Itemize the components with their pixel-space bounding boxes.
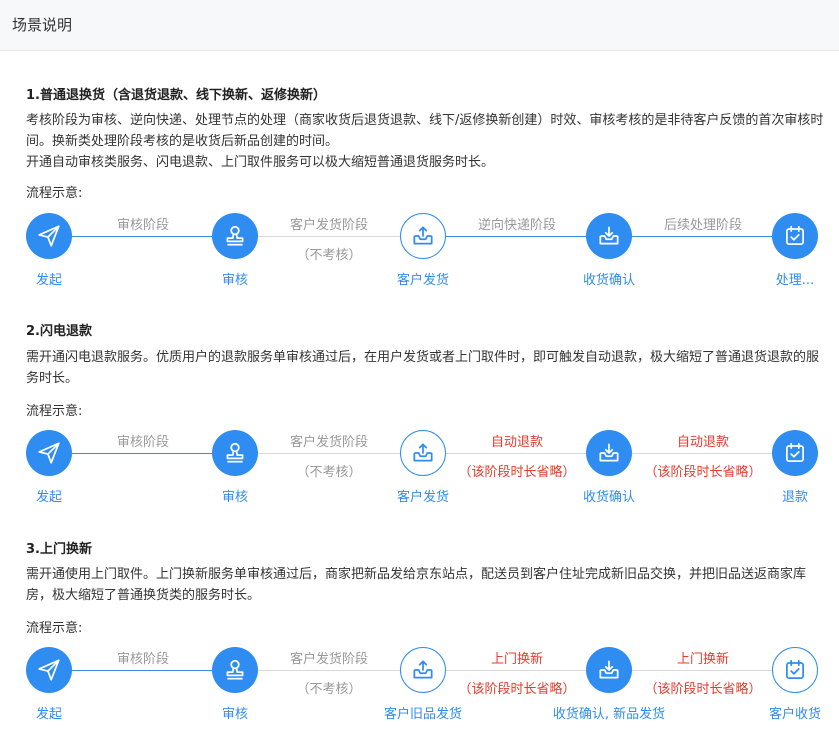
node-label: 处理... [775, 273, 815, 288]
flow-connector [72, 670, 214, 671]
stage-label: 上门换新 [676, 652, 729, 667]
node-label: 审核 [221, 707, 248, 722]
node-label: 发起 [35, 707, 62, 722]
section-3-flow: 审核阶段 客户发货阶段 （不考核） 上门换新 （该阶段时长省略） 上门换新 （该… [0, 646, 839, 726]
flow-connector [72, 453, 214, 454]
flow-connector [632, 236, 774, 237]
flow-connector [446, 453, 588, 454]
flow-connector [632, 670, 774, 671]
section-2-title: 2.闪电退款 [26, 324, 92, 339]
section-2-flow-label: 流程示意: [26, 404, 83, 419]
stage-label: 逆向快递阶段 [477, 218, 556, 233]
stage-note: （该阶段时长省略） [458, 682, 576, 697]
stage-note: （该阶段时长省略） [458, 465, 576, 480]
stage-note: （该阶段时长省略） [644, 465, 762, 480]
stage-label: 自动退款 [676, 435, 729, 450]
node-label: 发起 [35, 273, 62, 288]
section-3-desc-line: 需开通使用上门取件。上门换新服务单审核通过后，商家把新品发给京东站点，配送员到客… [26, 567, 807, 603]
section-1-desc-line: 考核阶段为审核、逆向快递、处理节点的处理（商家收货后退货退款、线下/返修换新创建… [26, 113, 824, 149]
stage-label: 后续处理阶段 [663, 218, 742, 233]
stage-label: 审核阶段 [116, 218, 169, 233]
stage-label: 审核阶段 [116, 435, 169, 450]
node-label: 收货确认 [582, 273, 635, 288]
section-1-title: 1.普通退换货（含退货退款、线下换新、返修换新） [26, 88, 326, 103]
node-label: 审核 [221, 273, 248, 288]
flow-connector [258, 236, 400, 237]
node-label: 客户发货 [396, 490, 449, 505]
section-3-flow-label: 流程示意: [26, 621, 83, 636]
section-2-description: 需开通闪电退款服务。优质用户的退款服务单审核通过后，在用户发货或者上门取件时，即… [26, 347, 826, 389]
node-label: 发起 [35, 490, 62, 505]
stage-label: 审核阶段 [116, 652, 169, 667]
page-title: 场景说明 [12, 16, 73, 34]
section-1-desc-line: 开通自动审核类服务、闪电退款、上门取件服务可以极大缩短普通退货服务时长。 [26, 155, 495, 170]
node-label: 收货确认, 新品发货 [552, 707, 666, 722]
stage-label: 上门换新 [490, 652, 543, 667]
node-label: 客户收货 [768, 707, 821, 722]
section-1-description: 考核阶段为审核、逆向快递、处理节点的处理（商家收货后退货退款、线下/返修换新创建… [26, 110, 826, 173]
node-label: 收货确认 [582, 490, 635, 505]
node-label: 审核 [221, 490, 248, 505]
section-1-flow-label: 流程示意: [26, 186, 83, 201]
section-2-desc-line: 需开通闪电退款服务。优质用户的退款服务单审核通过后，在用户发货或者上门取件时，即… [26, 350, 820, 386]
header-bar: 场景说明 [0, 0, 839, 51]
section-1-flow: 审核阶段 客户发货阶段 （不考核） 逆向快递阶段 后续处理阶段 发起 审核 客户… [0, 212, 839, 292]
section-2-flow: 审核阶段 客户发货阶段 （不考核） 自动退款 （该阶段时长省略） 自动退款 （该… [0, 429, 839, 509]
stage-note: （该阶段时长省略） [644, 682, 762, 697]
flow-connector [446, 670, 588, 671]
stage-label: 客户发货阶段 [289, 218, 368, 233]
stage-note: （不考核） [296, 682, 362, 697]
flow-connector [72, 236, 214, 237]
node-label: 退款 [781, 490, 808, 505]
flow-connector [446, 236, 588, 237]
stage-label: 客户发货阶段 [289, 435, 368, 450]
node-label: 客户旧品发货 [383, 707, 462, 722]
stage-note: （不考核） [296, 465, 362, 480]
stage-label: 客户发货阶段 [289, 652, 368, 667]
flow-connector [632, 453, 774, 454]
section-3-title: 3.上门换新 [26, 542, 92, 557]
section-3-description: 需开通使用上门取件。上门换新服务单审核通过后，商家把新品发给京东站点，配送员到客… [26, 564, 826, 606]
stage-note: （不考核） [296, 248, 362, 263]
node-label: 客户发货 [396, 273, 449, 288]
stage-label: 自动退款 [490, 435, 543, 450]
flow-connector [258, 453, 400, 454]
flow-connector [258, 670, 400, 671]
